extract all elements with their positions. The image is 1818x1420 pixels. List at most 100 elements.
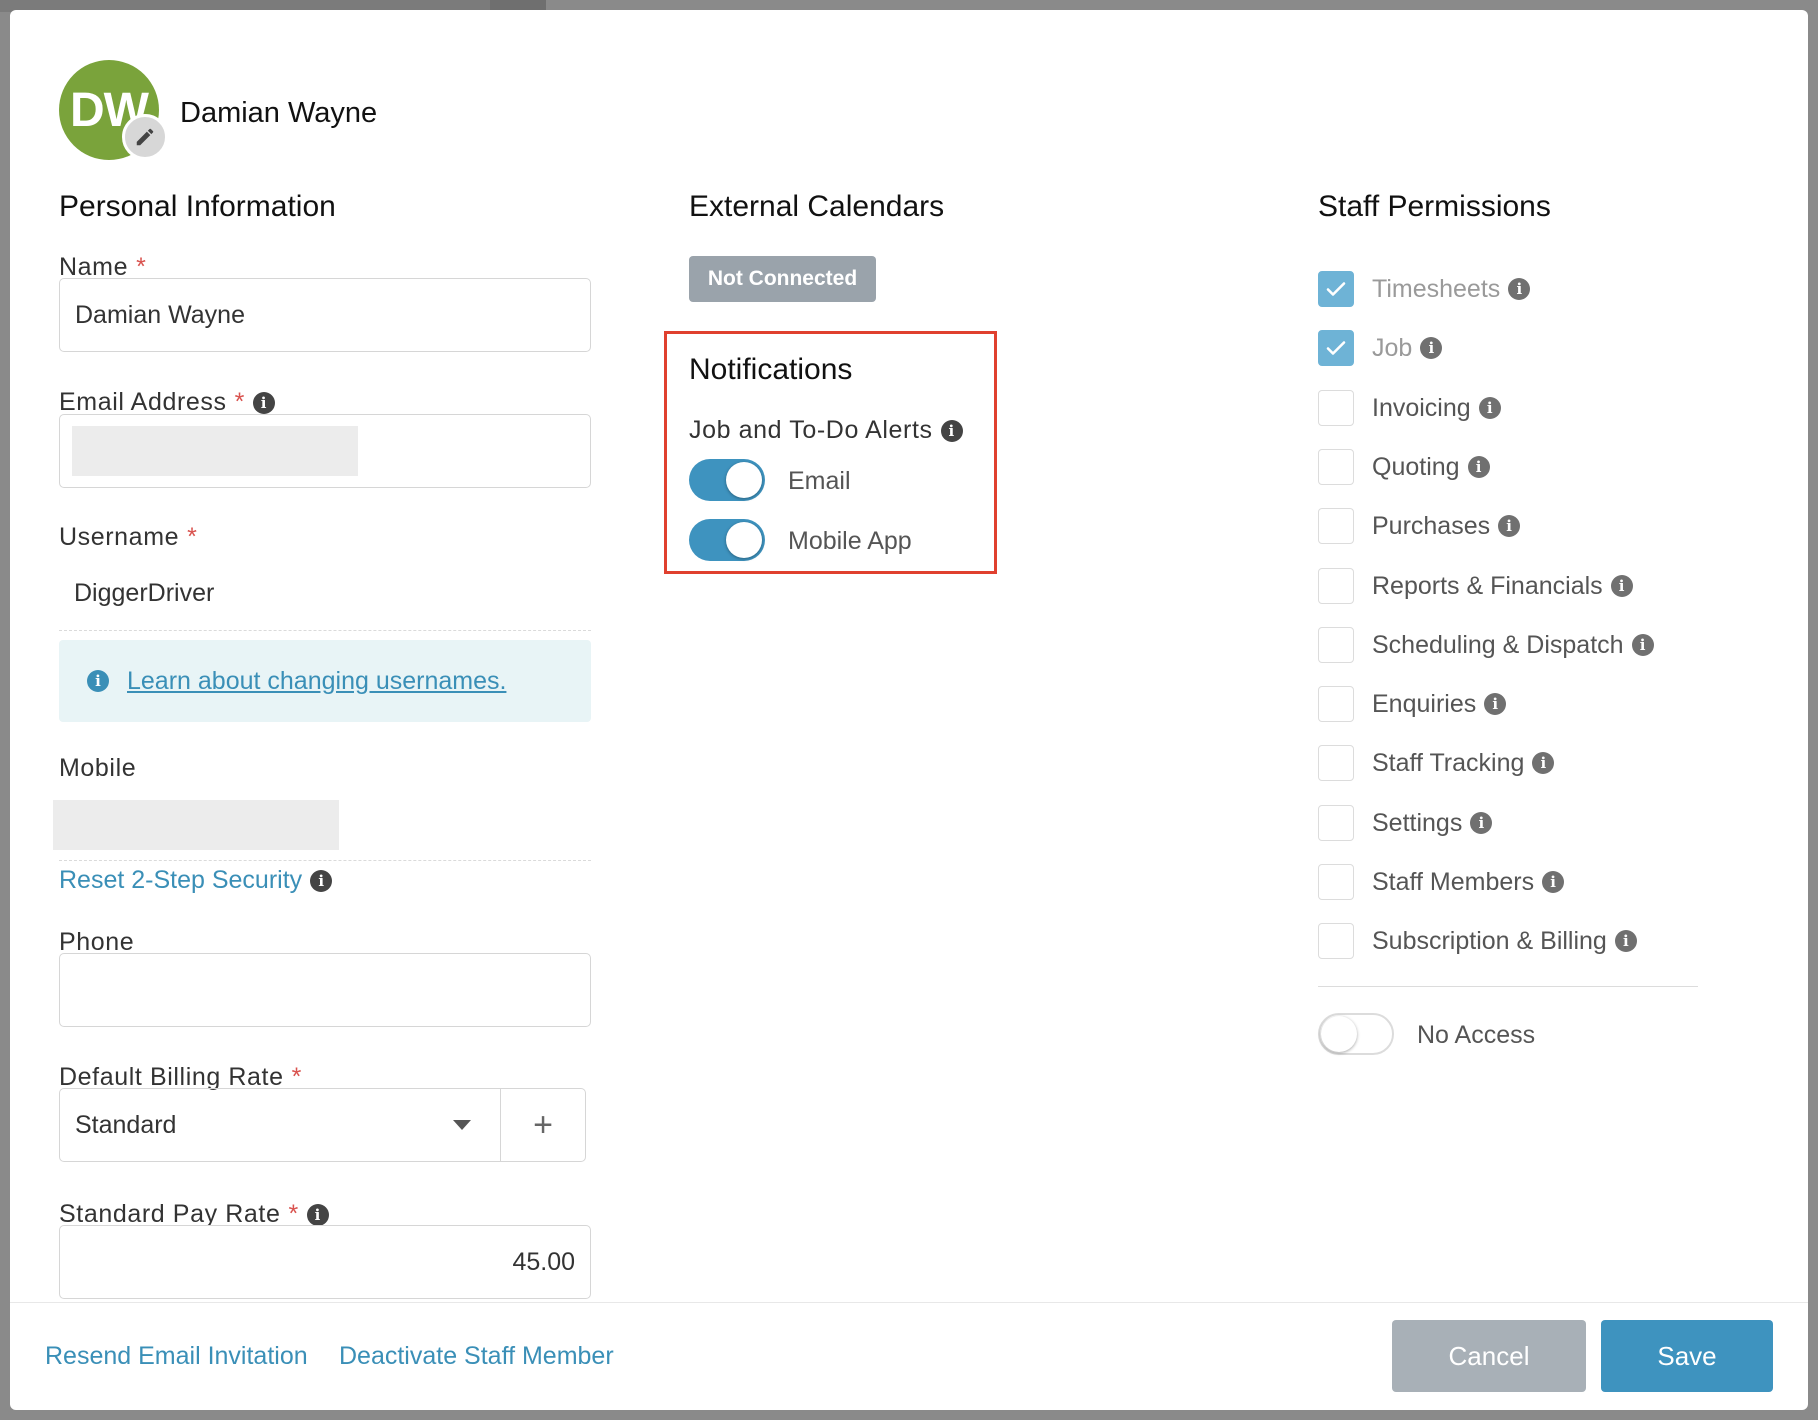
- pay-rate-value: 45.00: [512, 1247, 575, 1276]
- phone-input[interactable]: [59, 953, 591, 1027]
- toggle-knob: [726, 522, 762, 558]
- deactivate-staff-link[interactable]: Deactivate Staff Member: [339, 1342, 614, 1371]
- permission-label: Purchases: [1372, 511, 1491, 540]
- required-marker: *: [234, 388, 245, 416]
- permission-label: Reports & Financials: [1372, 571, 1603, 600]
- mobile-alert-label: Mobile App: [788, 527, 912, 555]
- username-divider: [59, 630, 591, 631]
- permission-checkbox[interactable]: [1318, 508, 1354, 544]
- email-label: Email Address * i: [59, 388, 275, 417]
- permission-row[interactable]: Reports & Financials i: [1318, 567, 1633, 605]
- avatar-edit-button[interactable]: [122, 114, 168, 160]
- info-icon[interactable]: i: [1542, 871, 1565, 893]
- add-billing-rate-button[interactable]: +: [500, 1088, 586, 1162]
- permission-label: Staff Members: [1372, 867, 1535, 896]
- chevron-down-icon: [453, 1120, 471, 1130]
- pencil-icon: [136, 128, 154, 146]
- permission-checkbox[interactable]: [1318, 923, 1354, 959]
- info-icon[interactable]: i: [1467, 456, 1490, 478]
- permission-row[interactable]: Scheduling & Dispatch i: [1318, 626, 1654, 664]
- staff-permissions-title: Staff Permissions: [1318, 190, 1551, 223]
- permission-checkbox[interactable]: [1318, 627, 1354, 663]
- permission-checkbox[interactable]: [1318, 805, 1354, 841]
- info-icon[interactable]: i: [1631, 634, 1654, 656]
- username-help-box: i Learn about changing usernames.: [59, 640, 591, 722]
- permission-checkbox[interactable]: [1318, 449, 1354, 485]
- info-icon[interactable]: i: [306, 1203, 329, 1226]
- permission-row[interactable]: Invoicing i: [1318, 389, 1501, 427]
- no-access-label: No Access: [1417, 1021, 1536, 1049]
- permission-label: Subscription & Billing: [1372, 926, 1607, 955]
- notifications-title: Notifications: [689, 353, 853, 386]
- info-icon[interactable]: i: [1420, 337, 1443, 359]
- permission-row[interactable]: Subscription & Billing i: [1318, 922, 1637, 960]
- permission-label: Timesheets: [1372, 274, 1501, 303]
- permission-label: Job: [1372, 333, 1413, 362]
- permission-checkbox[interactable]: [1318, 686, 1354, 722]
- username-label-text: Username: [59, 523, 180, 551]
- info-icon: i: [87, 670, 109, 692]
- name-input[interactable]: Damian Wayne: [59, 278, 591, 352]
- permissions-divider: [1318, 986, 1698, 987]
- permission-checkbox[interactable]: [1318, 568, 1354, 604]
- learn-usernames-link[interactable]: Learn about changing usernames.: [127, 667, 506, 696]
- footer-divider: [10, 1302, 1808, 1303]
- check-icon: [1326, 341, 1346, 355]
- permission-row[interactable]: Purchases i: [1318, 507, 1521, 545]
- reset-security-link[interactable]: Reset 2-Step Security: [59, 866, 302, 895]
- permission-label: Scheduling & Dispatch: [1372, 630, 1624, 659]
- cancel-button[interactable]: Cancel: [1392, 1320, 1586, 1392]
- permission-checkbox[interactable]: [1318, 271, 1354, 307]
- permission-checkbox[interactable]: [1318, 390, 1354, 426]
- info-icon[interactable]: i: [1478, 397, 1501, 419]
- info-icon[interactable]: i: [1508, 278, 1531, 300]
- name-input-value: Damian Wayne: [75, 300, 245, 329]
- toggle-knob: [1321, 1016, 1357, 1052]
- info-icon[interactable]: i: [940, 419, 963, 442]
- billing-rate-value: Standard: [75, 1110, 177, 1139]
- staff-name-heading: Damian Wayne: [180, 97, 378, 129]
- redacted-email: [72, 426, 358, 476]
- permission-label: Quoting: [1372, 452, 1460, 481]
- save-button[interactable]: Save: [1601, 1320, 1773, 1392]
- info-icon[interactable]: i: [1610, 575, 1633, 597]
- reset-security-row: Reset 2-Step Security i: [59, 866, 333, 895]
- permission-row[interactable]: Quoting i: [1318, 448, 1490, 486]
- username-label: Username *: [59, 523, 197, 552]
- info-icon[interactable]: i: [310, 869, 333, 892]
- info-icon[interactable]: i: [1484, 693, 1507, 715]
- toggle-knob: [726, 462, 762, 498]
- mobile-alert-toggle[interactable]: [689, 519, 765, 561]
- alerts-label: Job and To-Do Alerts i: [689, 416, 963, 445]
- billing-rate-select[interactable]: Standard: [59, 1088, 501, 1162]
- mobile-divider: [59, 860, 591, 861]
- email-alert-label: Email: [788, 467, 851, 495]
- plus-icon: +: [533, 1105, 553, 1144]
- personal-info-title: Personal Information: [59, 190, 336, 223]
- permission-row[interactable]: Staff Tracking i: [1318, 744, 1555, 782]
- permission-row[interactable]: Settings i: [1318, 804, 1493, 842]
- username-value: DiggerDriver: [74, 579, 215, 607]
- info-icon[interactable]: i: [1498, 515, 1521, 537]
- pay-rate-input[interactable]: 45.00: [59, 1225, 591, 1299]
- permission-row[interactable]: Timesheets i: [1318, 270, 1531, 308]
- alerts-label-text: Job and To-Do Alerts: [689, 416, 933, 444]
- permission-row[interactable]: Enquiries i: [1318, 685, 1507, 723]
- permission-checkbox[interactable]: [1318, 864, 1354, 900]
- info-icon[interactable]: i: [252, 391, 275, 414]
- info-icon[interactable]: i: [1532, 752, 1555, 774]
- permission-label: Enquiries: [1372, 689, 1477, 718]
- calendar-status-badge: Not Connected: [689, 256, 876, 302]
- permission-row[interactable]: Staff Members i: [1318, 863, 1565, 901]
- email-alert-toggle[interactable]: [689, 459, 765, 501]
- permission-label: Staff Tracking: [1372, 748, 1525, 777]
- resend-invitation-link[interactable]: Resend Email Invitation: [45, 1342, 308, 1371]
- permission-checkbox[interactable]: [1318, 330, 1354, 366]
- no-access-toggle[interactable]: [1318, 1013, 1394, 1055]
- info-icon[interactable]: i: [1614, 930, 1637, 952]
- email-label-text: Email Address: [59, 388, 227, 416]
- permission-checkbox[interactable]: [1318, 745, 1354, 781]
- info-icon[interactable]: i: [1470, 812, 1493, 834]
- permission-label: Invoicing: [1372, 393, 1471, 422]
- permission-row[interactable]: Job i: [1318, 329, 1443, 367]
